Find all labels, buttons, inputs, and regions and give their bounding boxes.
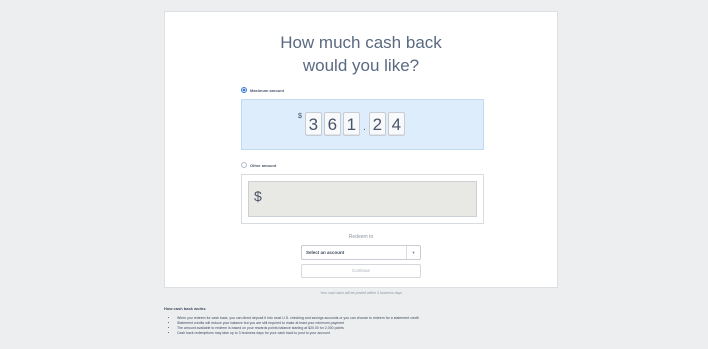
- continue-button[interactable]: Continue: [301, 264, 421, 278]
- how-cash-back-works-list: When you redeem for cash back, you can d…: [177, 316, 477, 336]
- chevron-down-icon[interactable]: ▼: [406, 246, 420, 259]
- redeem-to-label: Redeem to: [348, 234, 374, 240]
- maximum-amount-box[interactable]: $ 3 6 1 . 2 4: [241, 99, 484, 150]
- list-item: Cash back redemptions may take up to 3 b…: [177, 331, 477, 336]
- cash-back-card: How much cash back would you like? Maxim…: [164, 11, 558, 288]
- currency-symbol: $: [254, 188, 262, 204]
- other-amount-label: Other amount: [250, 162, 277, 168]
- maximum-amount-radio[interactable]: [241, 87, 247, 93]
- amount-display: $ 3 6 1 . 2 4: [298, 112, 405, 136]
- other-amount-box: $: [241, 174, 484, 224]
- amount-digit: 1: [342, 112, 360, 136]
- decimal-point: .: [363, 122, 366, 133]
- account-select-value: Select an account: [306, 250, 345, 255]
- currency-symbol: $: [298, 113, 302, 120]
- amount-digit: 4: [387, 112, 405, 136]
- amount-digit: 3: [304, 112, 322, 136]
- amount-digit: 2: [368, 112, 386, 136]
- other-amount-radio[interactable]: [241, 162, 247, 168]
- account-select[interactable]: Select an account ▼: [301, 245, 421, 260]
- posted-note: Your cash back will be posted within 3 b…: [319, 291, 403, 295]
- how-cash-back-works-heading: How cash back works: [164, 306, 206, 311]
- other-amount-input[interactable]: $: [248, 181, 477, 217]
- maximum-amount-label: Maximum amount: [250, 87, 285, 93]
- page-title-line1: How much cash back: [280, 33, 442, 52]
- amount-digit: 6: [323, 112, 341, 136]
- page-title-line2: would you like?: [302, 56, 420, 75]
- other-amount-option[interactable]: Other amount: [241, 162, 276, 168]
- maximum-amount-option[interactable]: Maximum amount: [241, 87, 284, 93]
